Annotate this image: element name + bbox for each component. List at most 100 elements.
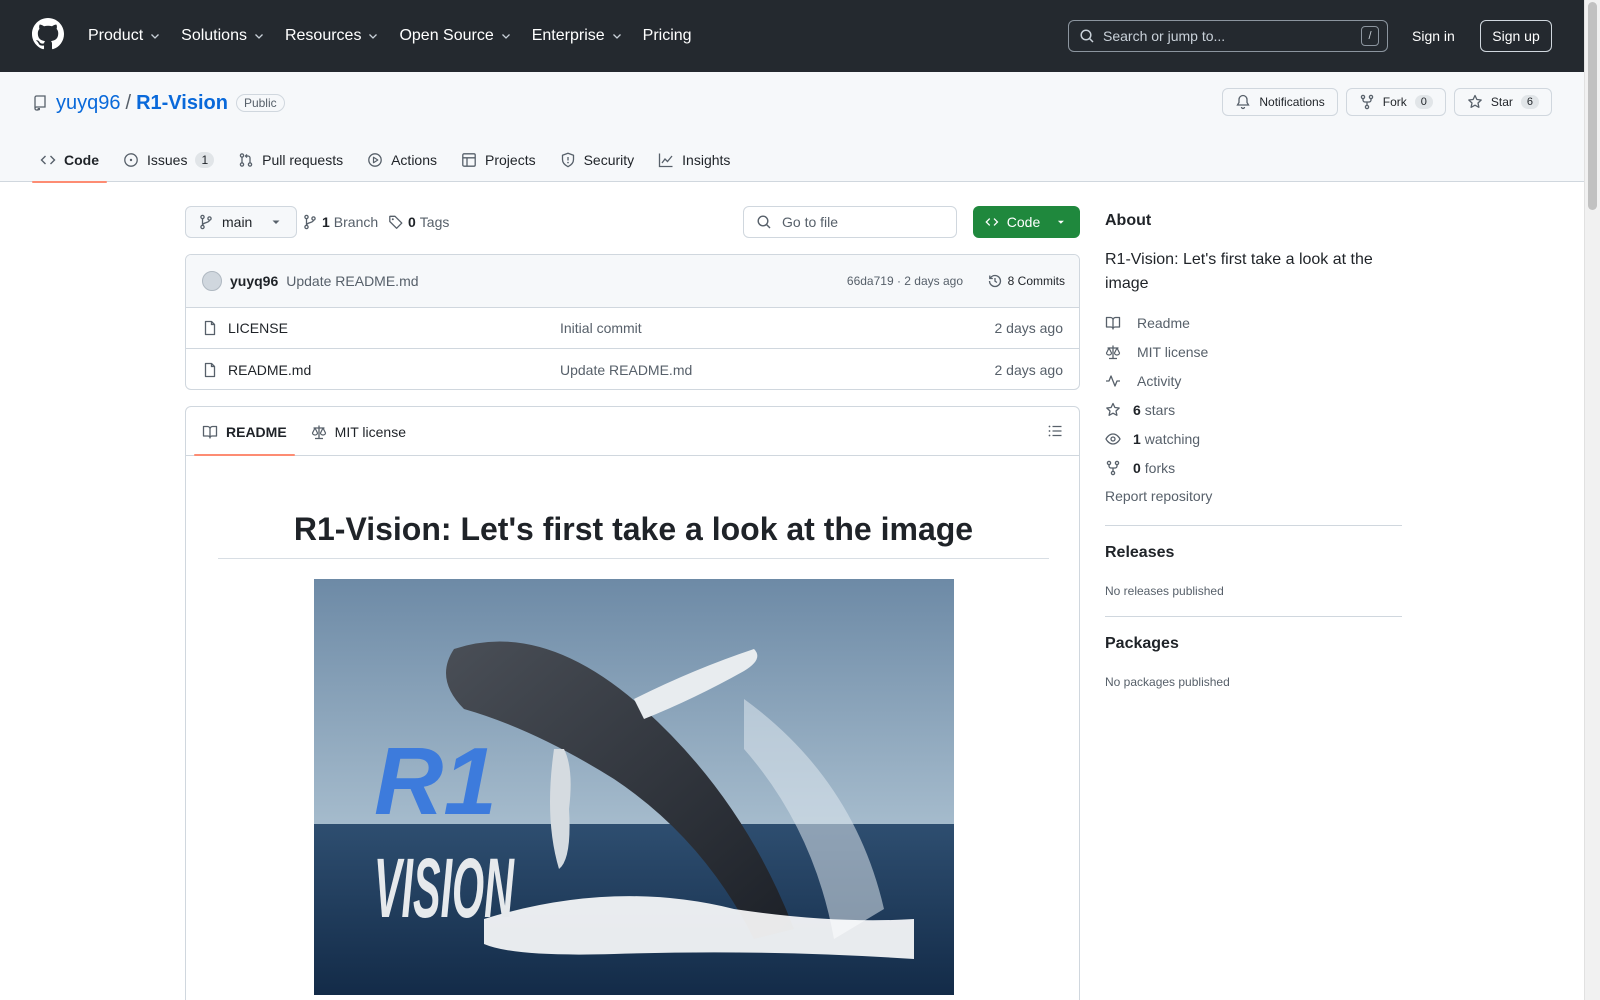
sidebar-item-activity[interactable]: Activity xyxy=(1105,366,1208,395)
tags-link[interactable]: 0 Tags xyxy=(388,212,449,232)
tab-projects[interactable]: Projects xyxy=(453,138,544,182)
file-commit-message[interactable]: Update README.md xyxy=(560,362,692,378)
tab-pull-requests[interactable]: Pull requests xyxy=(230,138,351,182)
releases-title[interactable]: Releases xyxy=(1105,544,1174,562)
commit-author[interactable]: yuyq96 xyxy=(230,273,278,289)
sidebar-divider xyxy=(1105,616,1402,617)
visibility-badge: Public xyxy=(235,94,285,112)
tab-actions[interactable]: Actions xyxy=(359,138,445,182)
pull-request-icon xyxy=(239,153,253,167)
nav-pricing[interactable]: Pricing xyxy=(643,27,692,45)
notifications-button[interactable]: Notifications xyxy=(1222,88,1338,116)
outline-button[interactable] xyxy=(1039,417,1071,445)
about-description: R1-Vision: Let's first take a look at th… xyxy=(1105,251,1373,292)
chevron-down-icon xyxy=(255,34,263,39)
scrollbar-thumb[interactable] xyxy=(1588,2,1597,210)
star-icon xyxy=(1468,94,1482,108)
fork-count: 0 xyxy=(1414,95,1433,109)
readme-tabs: README MIT license xyxy=(186,407,1079,456)
tab-code[interactable]: Code xyxy=(32,138,107,183)
latest-commit: yuyq96 Update README.md 66da719 · 2 days… xyxy=(186,255,1079,308)
graph-icon xyxy=(659,153,673,168)
repo-actions: Notifications Fork 0 Star 6 xyxy=(1214,88,1552,116)
nav-resources[interactable]: Resources xyxy=(285,27,379,45)
branch-selector[interactable]: main xyxy=(185,206,298,238)
nav-enterprise[interactable]: Enterprise xyxy=(532,27,623,45)
file-icon xyxy=(204,320,216,336)
repo-icon xyxy=(34,95,46,111)
tab-license[interactable]: MIT license xyxy=(303,408,414,455)
tab-readme[interactable]: README xyxy=(194,408,295,456)
star-button[interactable]: Star 6 xyxy=(1453,88,1552,116)
hero-logo-r1: R1 xyxy=(374,728,497,835)
file-browser: yuyq96 Update README.md 66da719 · 2 days… xyxy=(185,254,1080,390)
tab-security[interactable]: Security xyxy=(552,138,643,182)
repo-tabs: Code Issues 1 Pull requests Actions Proj… xyxy=(32,138,746,183)
sidebar-item-readme[interactable]: Readme xyxy=(1105,308,1208,337)
book-icon xyxy=(1105,316,1121,330)
search-icon xyxy=(757,215,771,229)
about-title: About xyxy=(1105,212,1152,229)
go-to-file-input[interactable]: Go to file xyxy=(743,206,957,238)
code-dropdown-button[interactable]: Code xyxy=(973,206,1080,238)
sidebar-item-stars[interactable]: 6 stars xyxy=(1105,395,1208,424)
law-icon xyxy=(1105,345,1121,359)
repo-title: yuyq96 / R1-Vision Public xyxy=(32,90,285,116)
commit-message[interactable]: Update README.md xyxy=(286,273,418,289)
file-name[interactable]: LICENSE xyxy=(228,320,560,336)
about-list: Readme MIT license Activity 6 stars 1 watc… xyxy=(1105,308,1208,482)
book-icon xyxy=(202,425,218,439)
site-header: Product Solutions Resources Open Source … xyxy=(0,0,1584,72)
nav-solutions[interactable]: Solutions xyxy=(181,27,265,45)
file-commit-message[interactable]: Initial commit xyxy=(560,320,642,336)
file-row[interactable]: README.md Update README.md 2 days ago xyxy=(186,349,1079,389)
law-icon xyxy=(311,425,326,439)
sidebar-item-watching[interactable]: 1 watching xyxy=(1105,424,1208,453)
chevron-down-icon xyxy=(501,34,510,39)
code-icon xyxy=(985,218,999,226)
branch-icon xyxy=(200,214,212,230)
sidebar-divider xyxy=(1105,525,1402,526)
branches-link[interactable]: 1 Branch xyxy=(302,212,378,232)
nav-product[interactable]: Product xyxy=(88,27,161,45)
file-age: 2 days ago xyxy=(994,361,1064,378)
file-row[interactable]: LICENSE Initial commit 2 days ago xyxy=(186,308,1079,349)
eye-icon xyxy=(1105,432,1121,445)
file-name[interactable]: README.md xyxy=(228,362,560,378)
nav-open-source[interactable]: Open Source xyxy=(399,27,511,45)
sign-up-button[interactable]: Sign up xyxy=(1480,20,1552,52)
caret-down-icon xyxy=(1058,220,1065,224)
star-icon xyxy=(1106,402,1120,416)
github-logo-icon[interactable] xyxy=(32,18,64,50)
search-input[interactable]: Search or jump to... / xyxy=(1068,20,1388,52)
sign-in-link[interactable]: Sign in xyxy=(1412,24,1455,48)
table-icon xyxy=(462,153,476,167)
history-icon xyxy=(988,274,1001,288)
bell-icon xyxy=(1236,94,1251,110)
packages-empty-text: No packages published xyxy=(1105,675,1230,689)
tab-issues[interactable]: Issues 1 xyxy=(115,138,222,182)
hero-logo-vision: VISION xyxy=(374,842,515,935)
packages-title[interactable]: Packages xyxy=(1105,635,1179,653)
issues-count: 1 xyxy=(195,152,215,168)
tab-insights[interactable]: Insights xyxy=(650,138,738,182)
global-nav: Product Solutions Resources Open Source … xyxy=(88,0,712,72)
fork-icon xyxy=(1106,460,1120,475)
sidebar-item-forks[interactable]: 0 forks xyxy=(1105,453,1208,482)
report-repository-link[interactable]: Report repository xyxy=(1105,488,1212,504)
issue-icon xyxy=(124,153,138,167)
repo-header: yuyq96 / R1-Vision Public Notifications … xyxy=(0,72,1584,183)
pulse-icon xyxy=(1106,374,1120,387)
fork-button[interactable]: Fork 0 xyxy=(1345,88,1446,116)
commits-link[interactable]: 8 Commits xyxy=(987,273,1065,289)
sidebar-item-license[interactable]: MIT license xyxy=(1105,337,1208,366)
chevron-down-icon xyxy=(369,34,378,39)
repo-owner-link[interactable]: yuyq96 xyxy=(56,92,121,115)
repo-name-link[interactable]: R1-Vision xyxy=(136,92,228,115)
commit-meta[interactable]: 66da719 · 2 days ago xyxy=(847,274,963,288)
readme-panel: README MIT license R1-Vision: Let's firs… xyxy=(185,406,1080,1000)
page-scrollbar[interactable] xyxy=(1584,0,1600,1000)
avatar[interactable] xyxy=(202,271,222,291)
play-icon xyxy=(368,153,382,167)
branch-icon xyxy=(304,214,316,230)
